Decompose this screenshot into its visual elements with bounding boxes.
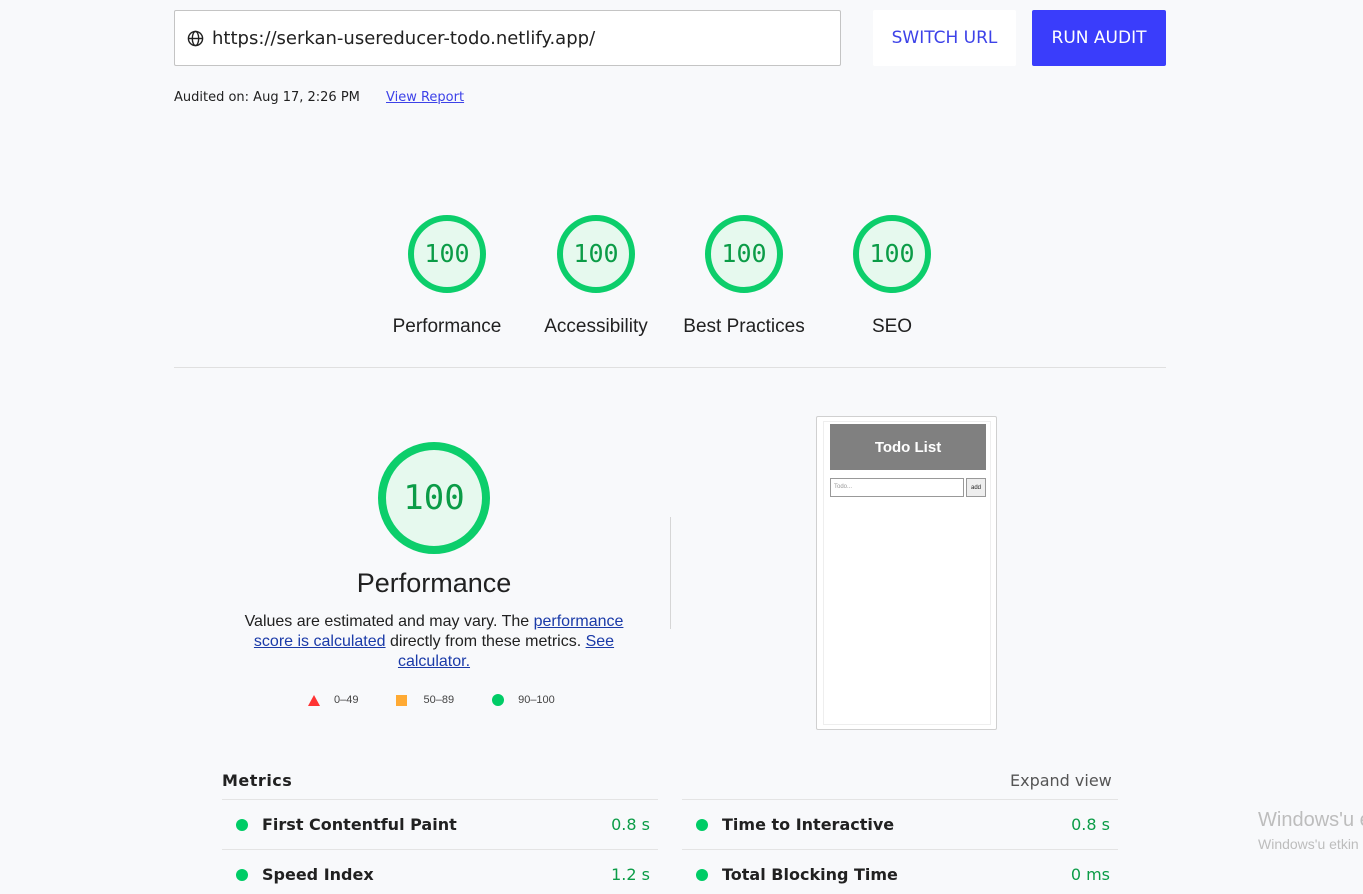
windows-activation-watermark: Windows'u e: [1258, 809, 1363, 831]
thumbnail-page: Todo List Todo... add: [823, 421, 991, 725]
metric-value: 0 ms: [1070, 865, 1110, 884]
metric-value: 0.8 s: [1071, 815, 1110, 834]
metric-row: First Contentful Paint 0.8 s: [222, 799, 658, 849]
legend-fail: 0–49: [308, 694, 358, 706]
score-gauges: 100 Performance 100 Accessibility 100 Be…: [0, 214, 1363, 344]
metrics-title: Metrics: [222, 771, 293, 790]
run-audit-button[interactable]: RUN AUDIT: [1032, 10, 1166, 66]
page-screenshot-thumbnail[interactable]: Todo List Todo... add: [816, 416, 997, 730]
legend-pass-range: 90–100: [518, 694, 555, 706]
performance-description: Values are estimated and may vary. The p…: [234, 612, 634, 672]
thumbnail-header: Todo List: [830, 424, 986, 470]
vertical-divider: [670, 517, 671, 629]
pass-circle-icon: [696, 868, 708, 881]
metric-name: Time to Interactive: [722, 815, 895, 834]
metric-name: First Contentful Paint: [262, 815, 457, 834]
url-field[interactable]: https://serkan-usereducer-todo.netlify.a…: [174, 10, 841, 66]
metric-row: Time to Interactive 0.8 s: [682, 799, 1118, 849]
legend-pass: 90–100: [492, 694, 555, 706]
switch-url-button[interactable]: SWITCH URL: [873, 10, 1016, 66]
metric-name: Total Blocking Time: [722, 865, 898, 884]
circle-icon: [492, 694, 505, 706]
gauge-performance[interactable]: 100 Performance: [377, 214, 517, 338]
legend-average-range: 50–89: [423, 694, 455, 706]
gauge-score: 100: [721, 239, 767, 268]
view-report-link[interactable]: View Report: [386, 90, 464, 105]
pass-circle-icon: [696, 818, 708, 831]
metric-row: Speed Index 1.2 s: [222, 849, 658, 894]
legend-average: 50–89: [396, 694, 454, 706]
gauge-label: SEO: [871, 316, 913, 337]
desc-text: Values are estimated and may vary. The: [244, 613, 534, 630]
performance-title: Performance: [356, 568, 512, 598]
score-legend: 0–49 50–89 90–100: [308, 691, 593, 709]
square-icon: [396, 694, 408, 706]
performance-score: 100: [403, 478, 465, 518]
triangle-icon: [308, 694, 320, 706]
section-divider: [174, 367, 1166, 368]
pass-circle-icon: [236, 868, 248, 881]
expand-view-toggle[interactable]: Expand view: [1010, 771, 1112, 790]
pass-circle-icon: [236, 818, 248, 831]
url-text: https://serkan-usereducer-todo.netlify.a…: [212, 27, 596, 49]
gauge-score: 100: [573, 239, 619, 268]
metric-name: Speed Index: [262, 865, 374, 884]
gauge-score: 100: [869, 239, 915, 268]
gauge-label: Performance: [392, 316, 502, 337]
gauge-label: Best Practices: [683, 316, 805, 337]
metric-value: 1.2 s: [611, 865, 650, 884]
gauge-score: 100: [424, 239, 470, 268]
gauge-label: Accessibility: [544, 316, 648, 337]
windows-activation-subtext: Windows'u etkin: [1258, 836, 1359, 852]
metric-row: Total Blocking Time 0 ms: [682, 849, 1118, 894]
desc-text: directly from these metrics.: [385, 633, 586, 650]
globe-icon: [187, 30, 204, 46]
gauge-accessibility[interactable]: 100 Accessibility: [526, 214, 666, 338]
thumbnail-todo-input: Todo...: [830, 478, 964, 497]
metric-value: 0.8 s: [611, 815, 650, 834]
thumbnail-add-button: add: [966, 478, 986, 497]
legend-fail-range: 0–49: [334, 694, 359, 706]
audited-timestamp: Audited on: Aug 17, 2:26 PM: [174, 90, 360, 105]
gauge-best-practices[interactable]: 100 Best Practices: [674, 214, 814, 338]
gauge-seo[interactable]: 100 SEO: [822, 214, 962, 338]
